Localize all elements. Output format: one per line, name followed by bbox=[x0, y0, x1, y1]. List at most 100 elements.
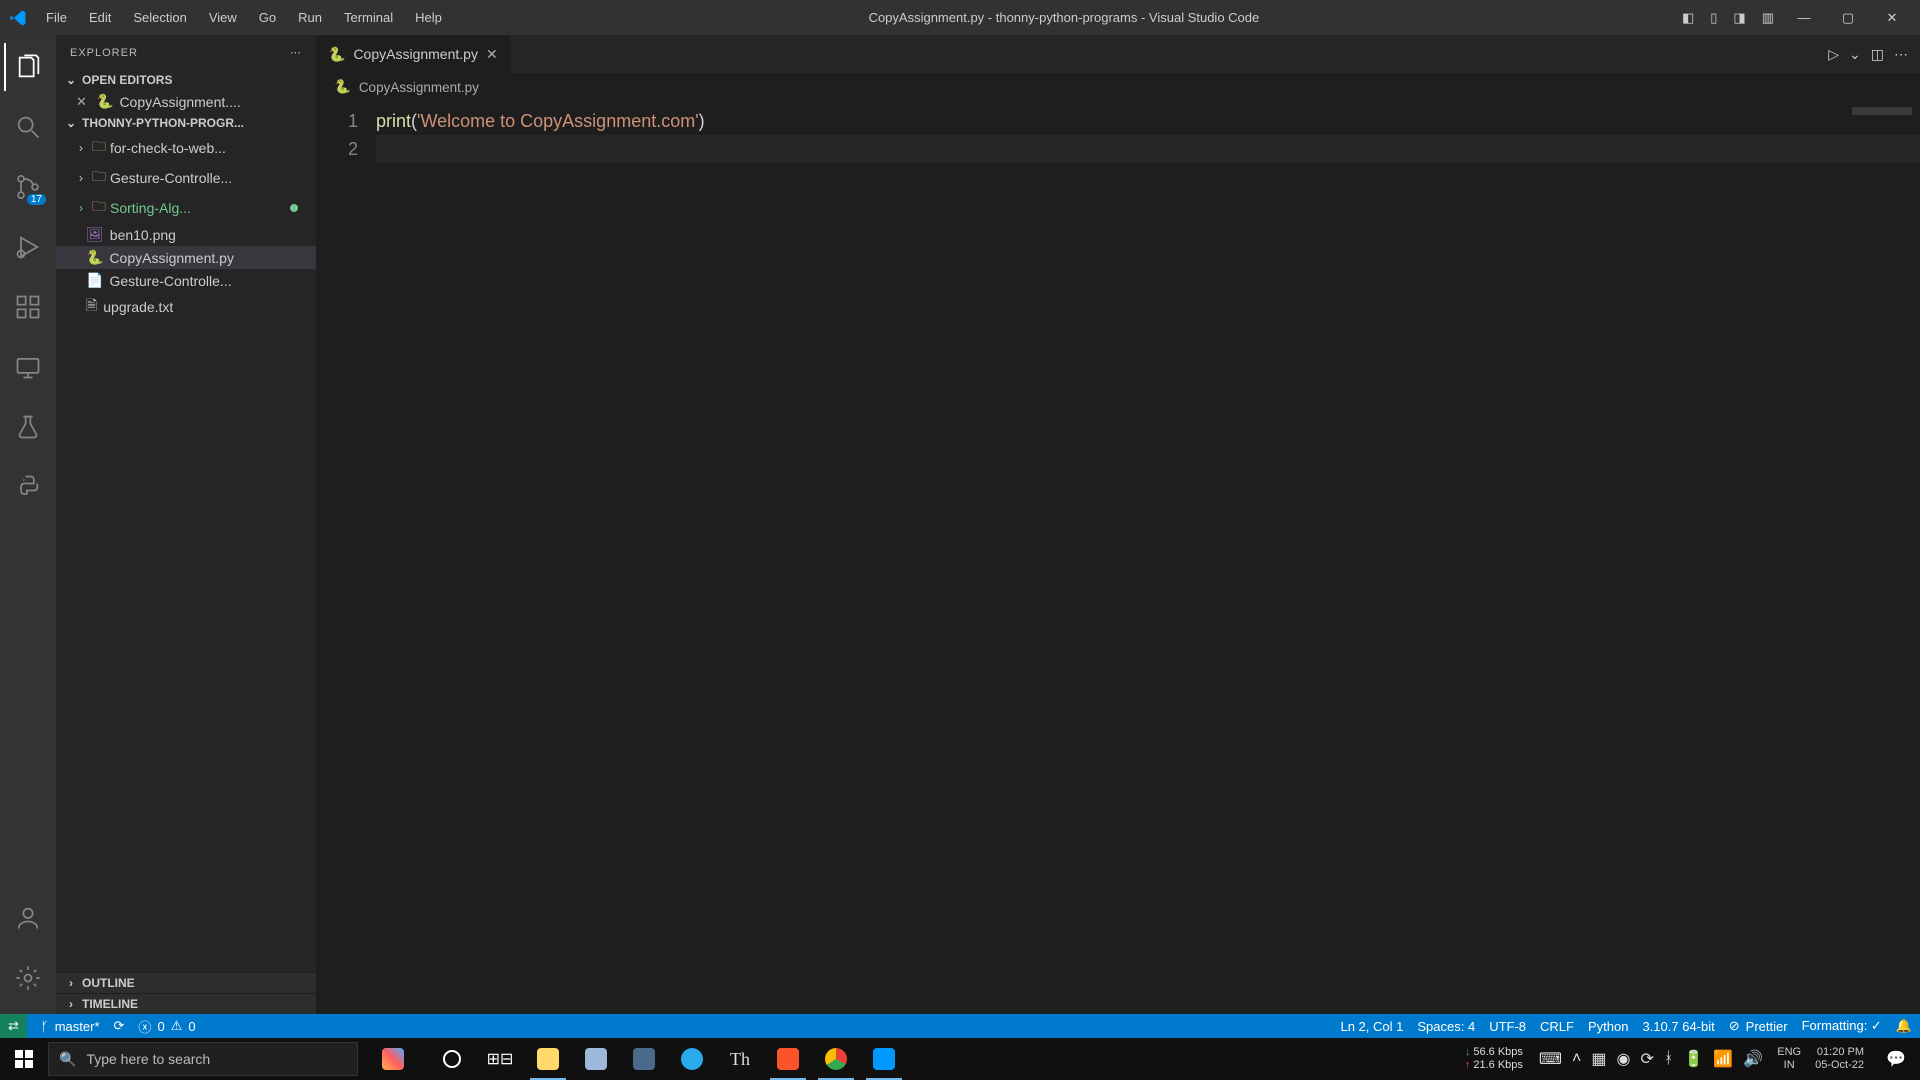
open-editors-header[interactable]: ⌄ OPEN EDITORS bbox=[56, 70, 316, 90]
widgets-button[interactable] bbox=[358, 1048, 428, 1070]
file-item[interactable]: 📄 Gesture-Controlle... bbox=[56, 269, 316, 292]
taskbar-clock[interactable]: 01:20 PM 05-Oct-22 bbox=[1807, 1046, 1872, 1072]
folder-name: Sorting-Alg... bbox=[110, 200, 191, 216]
tray-app-icon[interactable]: ▦ bbox=[1591, 1049, 1606, 1069]
menu-go[interactable]: Go bbox=[249, 6, 286, 29]
timeline-label: TIMELINE bbox=[82, 997, 138, 1011]
file-item[interactable]: 🗎 upgrade.txt bbox=[56, 292, 316, 322]
maximize-button[interactable]: ▢ bbox=[1828, 6, 1868, 30]
brave-icon[interactable] bbox=[764, 1038, 812, 1080]
cortana-icon[interactable] bbox=[428, 1038, 476, 1080]
wifi-icon[interactable]: 📶 bbox=[1713, 1049, 1733, 1069]
split-editor-icon[interactable]: ◫ bbox=[1871, 46, 1884, 63]
code-content[interactable]: print('Welcome to CopyAssignment.com') bbox=[376, 101, 1920, 1014]
minimap[interactable] bbox=[1852, 107, 1912, 115]
menu-bar: File Edit Selection View Go Run Terminal… bbox=[36, 6, 452, 29]
open-editor-name: CopyAssignment.... bbox=[119, 94, 240, 110]
file-explorer-icon[interactable] bbox=[524, 1038, 572, 1080]
settings-gear-icon[interactable] bbox=[4, 954, 52, 1002]
language-mode[interactable]: Python bbox=[1588, 1019, 1628, 1034]
close-editor-icon[interactable]: ✕ bbox=[76, 94, 90, 110]
close-window-button[interactable]: ✕ bbox=[1872, 6, 1912, 30]
testing-icon[interactable] bbox=[4, 403, 52, 451]
prettier-status[interactable]: ⊘ Prettier bbox=[1729, 1018, 1788, 1034]
open-editors-label: OPEN EDITORS bbox=[82, 73, 172, 87]
folder-item[interactable]: › 🗀 for-check-to-web... bbox=[56, 133, 316, 163]
editor-tab[interactable]: 🐍 CopyAssignment.py ✕ bbox=[316, 35, 511, 73]
tray-chevron-icon[interactable]: ˄ bbox=[1572, 1050, 1581, 1068]
file-item[interactable]: 🖼 ben10.png bbox=[56, 223, 316, 246]
sidebar-more-icon[interactable]: ⋯ bbox=[290, 46, 302, 59]
search-placeholder: Type here to search bbox=[86, 1051, 210, 1067]
outline-label: OUTLINE bbox=[82, 976, 135, 990]
git-untracked-dot-icon bbox=[290, 204, 298, 212]
language-indicator[interactable]: ENG IN bbox=[1771, 1046, 1807, 1072]
python-env-icon[interactable] bbox=[4, 463, 52, 511]
run-dropdown-icon[interactable]: ⌄ bbox=[1849, 46, 1861, 63]
formatting-status[interactable]: Formatting: ✓ bbox=[1802, 1018, 1882, 1034]
start-button[interactable] bbox=[0, 1038, 48, 1080]
folder-item[interactable]: › 🗀 Sorting-Alg... bbox=[56, 193, 316, 223]
toggle-secondary-sidebar-icon[interactable]: ◨ bbox=[1727, 6, 1751, 30]
workspace-header[interactable]: ⌄ THONNY-PYTHON-PROGR... bbox=[56, 113, 316, 133]
open-editor-item[interactable]: ✕ 🐍 CopyAssignment.... bbox=[56, 90, 316, 113]
chrome-icon[interactable] bbox=[812, 1038, 860, 1080]
file-name: upgrade.txt bbox=[103, 299, 173, 315]
battery-icon[interactable]: 🔋 bbox=[1683, 1049, 1703, 1069]
menu-file[interactable]: File bbox=[36, 6, 77, 29]
file-item[interactable]: 🐍 CopyAssignment.py bbox=[56, 246, 316, 269]
action-center-icon[interactable]: 💬 bbox=[1872, 1038, 1920, 1080]
cursor-position[interactable]: Ln 2, Col 1 bbox=[1340, 1019, 1403, 1034]
git-branch[interactable]: ᚶ master* bbox=[41, 1019, 100, 1034]
folder-item[interactable]: › 🗀 Gesture-Controlle... bbox=[56, 163, 316, 193]
menu-help[interactable]: Help bbox=[405, 6, 452, 29]
run-debug-icon[interactable] bbox=[4, 223, 52, 271]
notepad-icon[interactable] bbox=[572, 1038, 620, 1080]
eol[interactable]: CRLF bbox=[1540, 1019, 1574, 1034]
task-view-icon[interactable]: ⊞⊟ bbox=[476, 1038, 524, 1080]
volume-icon[interactable]: 🔊 bbox=[1743, 1049, 1763, 1069]
calculator-icon[interactable] bbox=[620, 1038, 668, 1080]
more-actions-icon[interactable]: ⋯ bbox=[1894, 46, 1908, 63]
breadcrumb-file: CopyAssignment.py bbox=[359, 80, 479, 95]
toggle-primary-sidebar-icon[interactable]: ◧ bbox=[1676, 6, 1700, 30]
code-editor[interactable]: 1 2 print('Welcome to CopyAssignment.com… bbox=[316, 101, 1920, 1014]
minimize-button[interactable]: — bbox=[1784, 6, 1824, 29]
remote-indicator-icon[interactable]: ⇄ bbox=[0, 1014, 27, 1038]
system-tray: ⌨ ˄ ▦ ◉ ⟳ ᚼ 🔋 📶 🔊 bbox=[1531, 1049, 1771, 1069]
menu-view[interactable]: View bbox=[199, 6, 247, 29]
touch-keyboard-icon[interactable]: ⌨ bbox=[1539, 1049, 1562, 1069]
timeline-header[interactable]: › TIMELINE bbox=[56, 993, 316, 1014]
run-file-icon[interactable]: ▷ bbox=[1828, 46, 1839, 63]
indentation[interactable]: Spaces: 4 bbox=[1417, 1019, 1475, 1034]
encoding[interactable]: UTF-8 bbox=[1489, 1019, 1526, 1034]
accounts-icon[interactable] bbox=[4, 894, 52, 942]
vscode-taskbar-icon[interactable] bbox=[860, 1038, 908, 1080]
menu-terminal[interactable]: Terminal bbox=[334, 6, 403, 29]
menu-edit[interactable]: Edit bbox=[79, 6, 121, 29]
notifications-icon[interactable]: 🔔 bbox=[1896, 1018, 1912, 1034]
thonny-icon[interactable]: Th bbox=[716, 1038, 764, 1080]
source-control-icon[interactable]: 17 bbox=[4, 163, 52, 211]
close-tab-icon[interactable]: ✕ bbox=[486, 46, 498, 63]
telegram-icon[interactable] bbox=[668, 1038, 716, 1080]
remote-explorer-icon[interactable] bbox=[4, 343, 52, 391]
menu-selection[interactable]: Selection bbox=[123, 6, 196, 29]
taskbar-search[interactable]: 🔍 Type here to search bbox=[48, 1042, 358, 1076]
breadcrumb[interactable]: 🐍 CopyAssignment.py bbox=[316, 73, 1920, 101]
window-title: CopyAssignment.py - thonny-python-progra… bbox=[452, 10, 1676, 25]
problems[interactable]: ⓧ 0 ⚠ 0 bbox=[138, 1017, 195, 1036]
outline-header[interactable]: › OUTLINE bbox=[56, 972, 316, 993]
explorer-icon[interactable] bbox=[4, 43, 52, 91]
bluetooth-icon[interactable]: ᚼ bbox=[1664, 1050, 1674, 1068]
chrome-tray-icon[interactable]: ◉ bbox=[1616, 1049, 1630, 1069]
menu-run[interactable]: Run bbox=[288, 6, 332, 29]
search-icon[interactable] bbox=[4, 103, 52, 151]
updates-tray-icon[interactable]: ⟳ bbox=[1640, 1049, 1653, 1069]
chevron-right-icon: › bbox=[74, 171, 88, 185]
python-interpreter[interactable]: 3.10.7 64-bit bbox=[1642, 1019, 1714, 1034]
toggle-panel-icon[interactable]: ▯ bbox=[1704, 6, 1723, 30]
extensions-icon[interactable] bbox=[4, 283, 52, 331]
sync-icon[interactable]: ⟳ bbox=[114, 1018, 125, 1034]
customize-layout-icon[interactable]: ▥ bbox=[1756, 6, 1780, 30]
